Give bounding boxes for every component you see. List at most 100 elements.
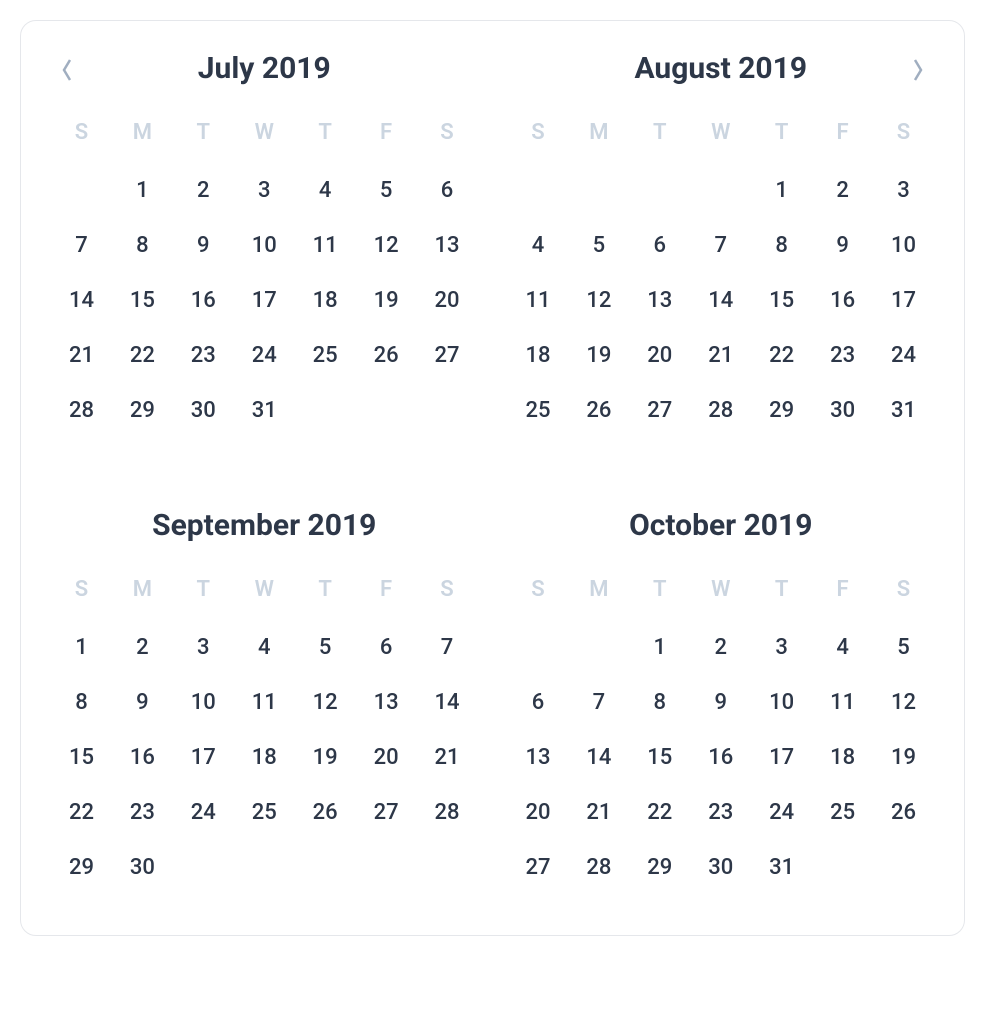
day-cell[interactable]: 16 <box>112 730 173 785</box>
day-cell[interactable]: 24 <box>751 785 812 840</box>
day-cell[interactable]: 8 <box>112 218 173 273</box>
day-cell[interactable]: 31 <box>751 840 812 895</box>
day-cell[interactable]: 13 <box>417 218 478 273</box>
day-cell[interactable]: 24 <box>873 328 934 383</box>
day-cell[interactable]: 22 <box>629 785 690 840</box>
day-cell[interactable]: 19 <box>356 273 417 328</box>
day-cell[interactable]: 21 <box>417 730 478 785</box>
next-month-button[interactable] <box>902 55 934 87</box>
day-cell[interactable]: 21 <box>568 785 629 840</box>
day-cell[interactable]: 11 <box>234 675 295 730</box>
day-cell[interactable]: 27 <box>417 328 478 383</box>
day-cell[interactable]: 8 <box>751 218 812 273</box>
day-cell[interactable]: 23 <box>112 785 173 840</box>
day-cell[interactable]: 12 <box>295 675 356 730</box>
day-cell[interactable]: 26 <box>295 785 356 840</box>
day-cell[interactable]: 8 <box>629 675 690 730</box>
day-cell[interactable]: 20 <box>508 785 569 840</box>
day-cell[interactable]: 29 <box>112 383 173 438</box>
day-cell[interactable]: 20 <box>417 273 478 328</box>
day-cell[interactable]: 30 <box>690 840 751 895</box>
day-cell[interactable]: 17 <box>234 273 295 328</box>
day-cell[interactable]: 20 <box>356 730 417 785</box>
day-cell[interactable]: 6 <box>356 620 417 675</box>
day-cell[interactable]: 19 <box>295 730 356 785</box>
day-cell[interactable]: 25 <box>234 785 295 840</box>
day-cell[interactable]: 13 <box>629 273 690 328</box>
day-cell[interactable]: 13 <box>508 730 569 785</box>
day-cell[interactable]: 10 <box>873 218 934 273</box>
day-cell[interactable]: 11 <box>295 218 356 273</box>
day-cell[interactable]: 6 <box>629 218 690 273</box>
day-cell[interactable]: 18 <box>234 730 295 785</box>
day-cell[interactable]: 16 <box>173 273 234 328</box>
day-cell[interactable]: 27 <box>356 785 417 840</box>
day-cell[interactable]: 26 <box>356 328 417 383</box>
day-cell[interactable]: 7 <box>568 675 629 730</box>
day-cell[interactable]: 23 <box>173 328 234 383</box>
day-cell[interactable]: 14 <box>417 675 478 730</box>
day-cell[interactable]: 9 <box>812 218 873 273</box>
day-cell[interactable]: 18 <box>508 328 569 383</box>
day-cell[interactable]: 15 <box>51 730 112 785</box>
day-cell[interactable]: 13 <box>356 675 417 730</box>
day-cell[interactable]: 15 <box>112 273 173 328</box>
day-cell[interactable]: 4 <box>234 620 295 675</box>
day-cell[interactable]: 19 <box>873 730 934 785</box>
day-cell[interactable]: 14 <box>690 273 751 328</box>
day-cell[interactable]: 2 <box>690 620 751 675</box>
day-cell[interactable]: 31 <box>873 383 934 438</box>
day-cell[interactable]: 26 <box>568 383 629 438</box>
prev-month-button[interactable] <box>51 55 83 87</box>
day-cell[interactable]: 9 <box>112 675 173 730</box>
day-cell[interactable]: 4 <box>812 620 873 675</box>
day-cell[interactable]: 9 <box>690 675 751 730</box>
day-cell[interactable]: 21 <box>51 328 112 383</box>
day-cell[interactable]: 30 <box>812 383 873 438</box>
day-cell[interactable]: 6 <box>508 675 569 730</box>
day-cell[interactable]: 1 <box>751 163 812 218</box>
day-cell[interactable]: 3 <box>751 620 812 675</box>
day-cell[interactable]: 12 <box>873 675 934 730</box>
day-cell[interactable]: 12 <box>568 273 629 328</box>
day-cell[interactable]: 4 <box>295 163 356 218</box>
day-cell[interactable]: 21 <box>690 328 751 383</box>
day-cell[interactable]: 16 <box>812 273 873 328</box>
day-cell[interactable]: 17 <box>751 730 812 785</box>
day-cell[interactable]: 9 <box>173 218 234 273</box>
day-cell[interactable]: 11 <box>812 675 873 730</box>
day-cell[interactable]: 20 <box>629 328 690 383</box>
day-cell[interactable]: 5 <box>873 620 934 675</box>
day-cell[interactable]: 23 <box>690 785 751 840</box>
day-cell[interactable]: 3 <box>873 163 934 218</box>
day-cell[interactable]: 5 <box>568 218 629 273</box>
day-cell[interactable]: 29 <box>629 840 690 895</box>
day-cell[interactable]: 3 <box>173 620 234 675</box>
day-cell[interactable]: 11 <box>508 273 569 328</box>
day-cell[interactable]: 5 <box>356 163 417 218</box>
day-cell[interactable]: 14 <box>51 273 112 328</box>
day-cell[interactable]: 24 <box>234 328 295 383</box>
day-cell[interactable]: 24 <box>173 785 234 840</box>
day-cell[interactable]: 29 <box>51 840 112 895</box>
day-cell[interactable]: 1 <box>51 620 112 675</box>
day-cell[interactable]: 16 <box>690 730 751 785</box>
day-cell[interactable]: 2 <box>812 163 873 218</box>
day-cell[interactable]: 1 <box>629 620 690 675</box>
day-cell[interactable]: 31 <box>234 383 295 438</box>
day-cell[interactable]: 19 <box>568 328 629 383</box>
day-cell[interactable]: 25 <box>295 328 356 383</box>
day-cell[interactable]: 30 <box>112 840 173 895</box>
day-cell[interactable]: 4 <box>508 218 569 273</box>
day-cell[interactable]: 3 <box>234 163 295 218</box>
day-cell[interactable]: 27 <box>629 383 690 438</box>
day-cell[interactable]: 15 <box>751 273 812 328</box>
day-cell[interactable]: 7 <box>51 218 112 273</box>
day-cell[interactable]: 28 <box>690 383 751 438</box>
day-cell[interactable]: 10 <box>173 675 234 730</box>
day-cell[interactable]: 2 <box>173 163 234 218</box>
day-cell[interactable]: 1 <box>112 163 173 218</box>
day-cell[interactable]: 22 <box>51 785 112 840</box>
day-cell[interactable]: 15 <box>629 730 690 785</box>
day-cell[interactable]: 12 <box>356 218 417 273</box>
